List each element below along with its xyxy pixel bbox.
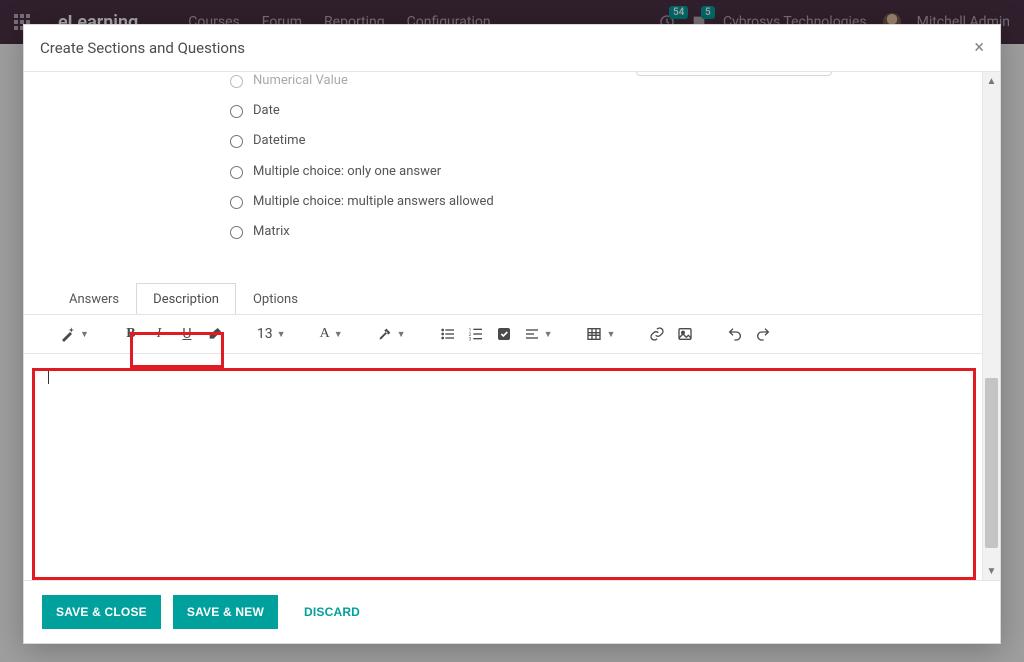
- tab-description[interactable]: Description: [136, 283, 236, 314]
- tabs: Answers Description Options: [52, 283, 982, 314]
- tab-options[interactable]: Options: [236, 283, 315, 314]
- qtype-label: Numerical Value: [253, 72, 348, 90]
- ordered-list-button[interactable]: 123: [464, 321, 488, 347]
- qtype-numerical[interactable]: Numerical Value: [230, 72, 982, 96]
- modal-create-sections-questions: Create Sections and Questions × Numerica…: [23, 24, 1001, 644]
- font-color-dropdown[interactable]: A▼: [316, 321, 347, 347]
- qtype-label: Datetime: [253, 132, 305, 150]
- modal-footer: SAVE & CLOSE SAVE & NEW DISCARD: [24, 580, 1000, 643]
- scroll-down-icon[interactable]: ▼: [983, 562, 1000, 580]
- close-icon[interactable]: ×: [974, 39, 984, 57]
- qtype-matrix[interactable]: Matrix: [230, 217, 982, 247]
- qtype-mc-many[interactable]: Multiple choice: multiple answers allowe…: [230, 187, 982, 217]
- qtype-label: Date: [253, 102, 280, 120]
- qtype-date[interactable]: Date: [230, 96, 982, 126]
- font-size-dropdown[interactable]: 13 ▼: [253, 321, 290, 347]
- modal-title: Create Sections and Questions: [40, 39, 245, 57]
- svg-text:3: 3: [468, 337, 471, 342]
- link-icon: [649, 326, 665, 342]
- list-ul-icon: [440, 326, 456, 342]
- radio-mc-one[interactable]: [230, 166, 243, 179]
- scroll-up-icon[interactable]: ▲: [983, 72, 1000, 90]
- unordered-list-button[interactable]: [436, 321, 460, 347]
- qtype-label: Multiple choice: multiple answers allowe…: [253, 193, 494, 211]
- radio-numerical[interactable]: [230, 75, 243, 88]
- bold-button[interactable]: B: [119, 321, 143, 347]
- qtype-mc-one[interactable]: Multiple choice: only one answer: [230, 157, 982, 187]
- radio-mc-many[interactable]: [230, 196, 243, 209]
- redo-button[interactable]: [751, 321, 775, 347]
- modal-scrollbar[interactable]: ▲ ▼: [982, 72, 1000, 580]
- image-button[interactable]: [673, 321, 697, 347]
- undo-icon: [727, 326, 743, 342]
- radio-datetime[interactable]: [230, 135, 243, 148]
- checklist-icon: [496, 326, 512, 342]
- qtype-label: Matrix: [253, 223, 290, 241]
- redo-icon: [755, 326, 771, 342]
- table-dropdown[interactable]: ▼: [582, 321, 619, 347]
- table-icon: [586, 326, 602, 342]
- scroll-thumb[interactable]: [985, 378, 998, 548]
- checklist-button[interactable]: [492, 321, 516, 347]
- radio-matrix[interactable]: [230, 226, 243, 239]
- rich-text-editor: ▼ B I U 13 ▼ A▼: [24, 314, 982, 514]
- modal-body: Numerical Value Date Datetime Multiple c…: [24, 72, 1000, 580]
- image-icon: [677, 326, 693, 342]
- save-new-button[interactable]: SAVE & NEW: [173, 595, 278, 629]
- align-icon: [524, 326, 540, 342]
- radio-date[interactable]: [230, 105, 243, 118]
- question-type-group: Numerical Value Date Datetime Multiple c…: [24, 72, 982, 247]
- underline-button[interactable]: U: [175, 321, 199, 347]
- font-size-value: 13: [257, 326, 273, 342]
- discard-button[interactable]: DISCARD: [290, 595, 374, 629]
- brush-icon: [377, 326, 393, 342]
- list-ol-icon: 123: [468, 326, 484, 342]
- eraser-button[interactable]: [203, 321, 227, 347]
- tab-answers[interactable]: Answers: [52, 283, 136, 314]
- link-button[interactable]: [645, 321, 669, 347]
- text-cursor: [48, 368, 49, 384]
- undo-button[interactable]: [723, 321, 747, 347]
- wand-icon: [60, 326, 76, 342]
- modal-header: Create Sections and Questions ×: [24, 25, 1000, 72]
- highlight-dropdown[interactable]: ▼: [373, 321, 410, 347]
- editor-toolbar: ▼ B I U 13 ▼ A▼: [24, 314, 982, 354]
- paragraph-align-dropdown[interactable]: ▼: [520, 321, 557, 347]
- editor-textarea[interactable]: [24, 354, 982, 514]
- qtype-datetime[interactable]: Datetime: [230, 126, 982, 156]
- italic-button[interactable]: I: [147, 321, 171, 347]
- qtype-label: Multiple choice: only one answer: [253, 163, 441, 181]
- save-close-button[interactable]: SAVE & CLOSE: [42, 595, 161, 629]
- style-dropdown[interactable]: ▼: [56, 321, 93, 347]
- eraser-icon: [207, 326, 223, 342]
